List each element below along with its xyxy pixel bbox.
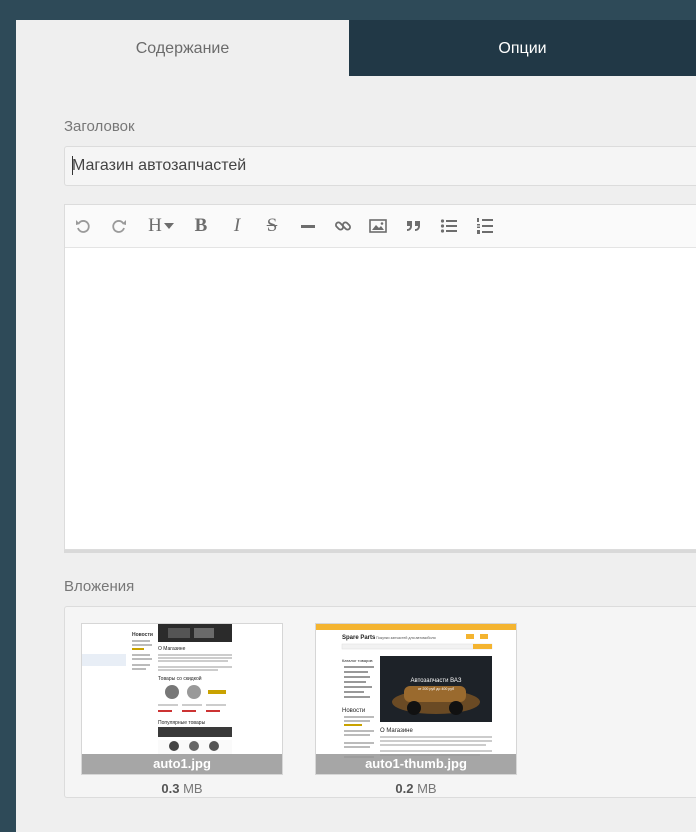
bulleted-list-icon[interactable]: [436, 213, 462, 239]
attachment-filename: auto1-thumb.jpg: [316, 754, 516, 774]
preview-news-heading: Новости: [132, 632, 153, 638]
preview-tagline: Покупки запчастей для автомобиля: [376, 636, 436, 640]
text-caret: [72, 156, 73, 175]
image-icon[interactable]: [365, 213, 391, 239]
bold-icon[interactable]: B: [188, 213, 214, 239]
strike-glyph: S: [266, 215, 278, 236]
strikethrough-icon[interactable]: S: [259, 213, 285, 239]
attachment-size-value: 0.3: [161, 781, 180, 796]
site-preview-image: Spare Parts Покупки запчастей для автомо…: [316, 624, 516, 774]
preview-banner-subtitle: от 200 руб до 400 руб: [418, 687, 454, 691]
attachment-size-unit: MB: [417, 781, 437, 796]
italic-glyph: I: [233, 215, 241, 236]
attachment-filename: auto1.jpg: [82, 754, 282, 774]
attachment-size-unit: MB: [183, 781, 203, 796]
editor-textarea[interactable]: [65, 248, 696, 549]
markdown-editor: H B I S: [64, 204, 696, 550]
site-preview-image: Новости О Магазине Товары со скидкой Поп…: [82, 624, 282, 774]
title-input[interactable]: [64, 146, 696, 186]
italic-icon[interactable]: I: [224, 213, 250, 239]
preview-about-heading: О Магазине: [158, 646, 186, 652]
preview-news-heading: Новости: [342, 708, 365, 714]
attachment-thumbnail[interactable]: Новости О Магазине Товары со скидкой Поп…: [81, 623, 283, 775]
tab-content[interactable]: Содержание: [16, 20, 349, 76]
tab-bar: Содержание Опции: [16, 20, 696, 76]
attachment-size: 0.3 MB: [81, 781, 283, 796]
preview-catalog-heading: Каталог товаров: [342, 658, 373, 663]
attachment-size-value: 0.2: [395, 781, 414, 796]
attachments-list: Новости О Магазине Товары со скидкой Поп…: [64, 606, 696, 798]
redo-icon[interactable]: [106, 213, 132, 239]
editor-toolbar: H B I S: [65, 205, 696, 248]
bold-glyph: B: [194, 215, 208, 236]
attachment-item[interactable]: Новости О Магазине Товары со скидкой Поп…: [81, 623, 283, 796]
editor-panel: Содержание Опции Заголовок H B I S: [16, 20, 696, 832]
horizontal-rule-icon[interactable]: [295, 213, 321, 239]
preview-popular-heading: Популярные товары: [158, 720, 206, 726]
numbered-list-icon[interactable]: [472, 213, 498, 239]
heading-icon[interactable]: H: [143, 213, 179, 239]
preview-logo: Spare Parts: [342, 635, 376, 641]
preview-banner-title: Автозапчасти ВАЗ: [411, 678, 462, 684]
editor-resize-handle[interactable]: [64, 550, 696, 553]
title-label: Заголовок: [64, 118, 135, 135]
preview-about-heading: О Магазине: [380, 728, 413, 734]
tab-options[interactable]: Опции: [349, 20, 696, 76]
link-icon[interactable]: [330, 213, 356, 239]
quote-icon[interactable]: [401, 213, 427, 239]
attachment-size: 0.2 MB: [315, 781, 517, 796]
preview-products-heading: Товары со скидкой: [158, 675, 202, 682]
chevron-down-icon: [163, 223, 174, 229]
attachment-thumbnail[interactable]: Spare Parts Покупки запчастей для автомо…: [315, 623, 517, 775]
attachment-item[interactable]: Spare Parts Покупки запчастей для автомо…: [315, 623, 517, 796]
undo-icon[interactable]: [70, 213, 96, 239]
attachments-label: Вложения: [64, 578, 135, 595]
heading-glyph: H: [148, 215, 162, 236]
